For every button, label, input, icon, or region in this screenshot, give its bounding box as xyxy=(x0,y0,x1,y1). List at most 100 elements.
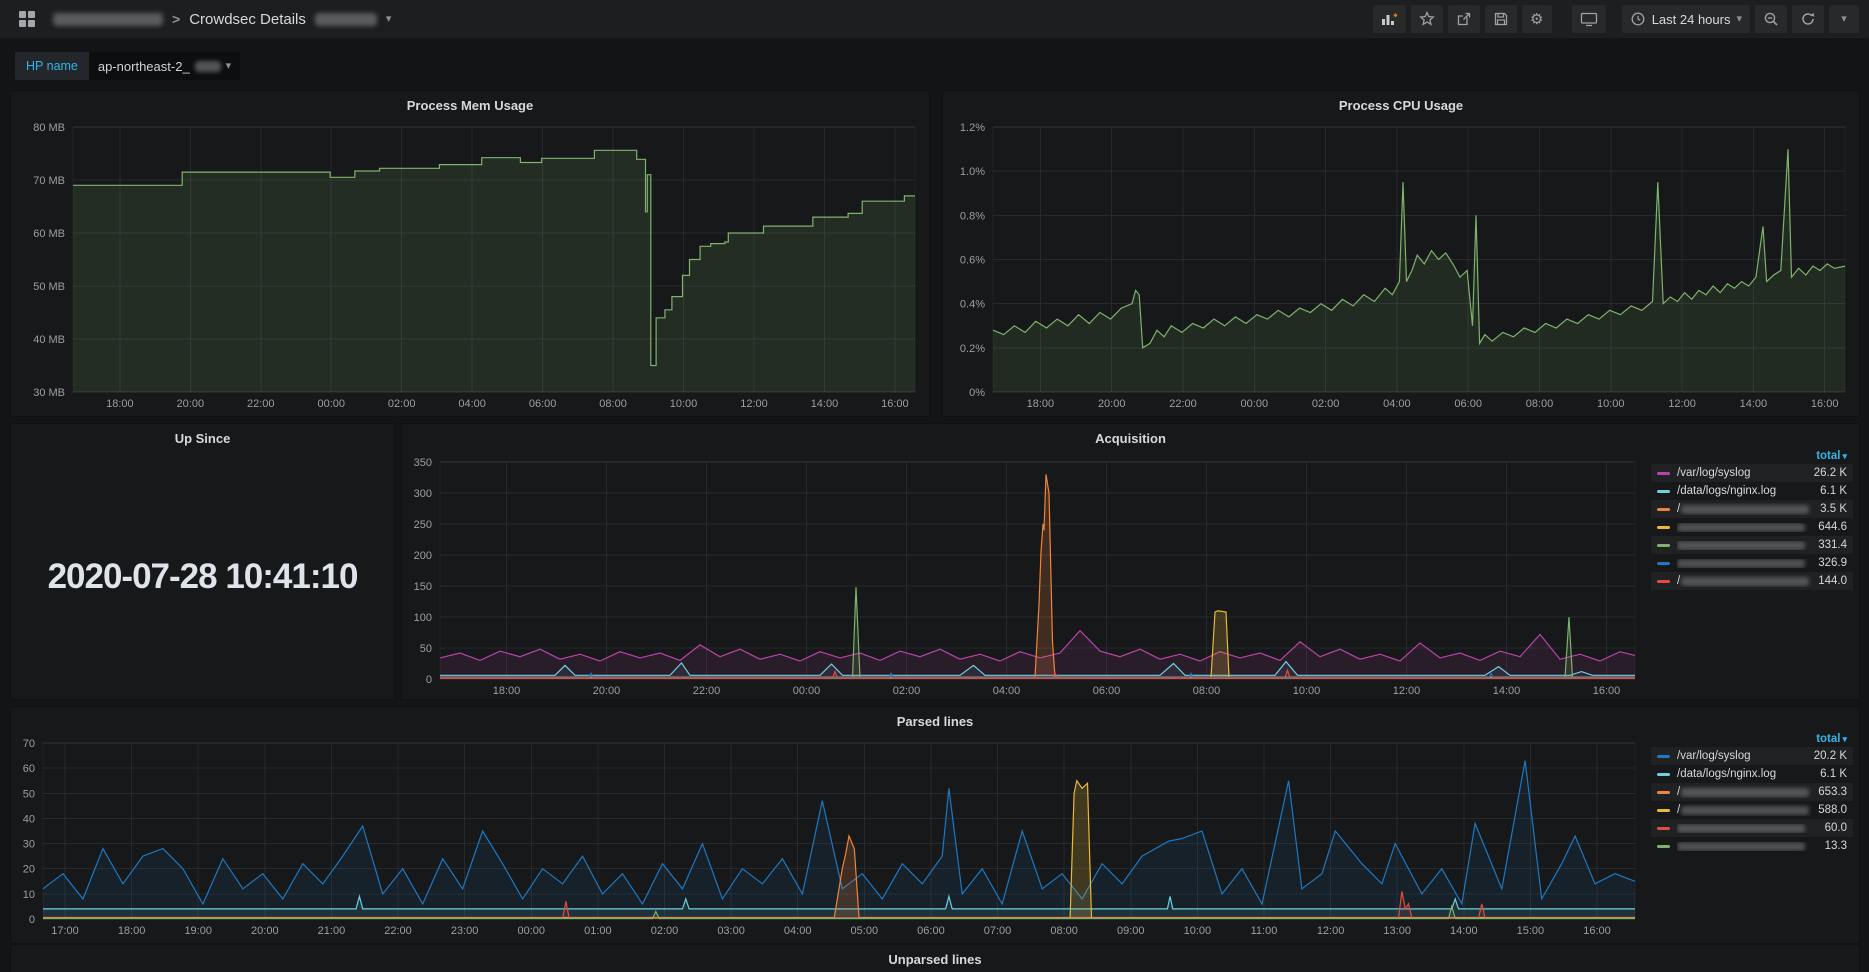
legend-row[interactable]: /var/log/syslog26.2 K xyxy=(1651,464,1853,482)
redacted-series-label xyxy=(1681,788,1809,797)
panel-title[interactable]: Unparsed lines xyxy=(11,945,1859,971)
cycle-view-mode-button[interactable] xyxy=(1572,5,1606,33)
svg-text:00:00: 00:00 xyxy=(517,925,545,937)
acquisition-graph[interactable]: 05010015020025030035018:0020:0022:0000:0… xyxy=(404,452,1643,699)
series-label[interactable] xyxy=(1677,559,1818,568)
legend-row[interactable]: 331.4 xyxy=(1651,536,1853,554)
legend-row[interactable]: /data/logs/nginx.log6.1 K xyxy=(1651,765,1853,783)
legend-row[interactable]: 13.3 xyxy=(1651,837,1853,855)
svg-text:40: 40 xyxy=(23,813,35,825)
legend-row[interactable]: /var/log/syslog20.2 K xyxy=(1651,747,1853,765)
legend-row[interactable]: /data/logs/nginx.log6.1 K xyxy=(1651,482,1853,500)
svg-text:0.2%: 0.2% xyxy=(960,343,985,355)
series-color-dash-icon xyxy=(1657,580,1670,583)
series-label[interactable]: / xyxy=(1677,786,1818,798)
legend-sort-total[interactable]: total▾ xyxy=(1651,448,1853,464)
legend-row[interactable]: 326.9 xyxy=(1651,554,1853,572)
breadcrumb-folder-redacted[interactable] xyxy=(53,13,163,26)
series-label[interactable] xyxy=(1677,842,1825,851)
series-color-dash-icon xyxy=(1657,791,1670,794)
series-label[interactable]: / xyxy=(1677,503,1820,515)
svg-text:15:00: 15:00 xyxy=(1517,925,1545,937)
series-total-value: 26.2 K xyxy=(1814,467,1847,479)
series-color-dash-icon xyxy=(1657,508,1670,511)
refresh-icon xyxy=(1800,11,1816,27)
variable-value-dropdown[interactable]: ap-northeast-2_ ▾ xyxy=(89,52,240,80)
svg-text:20:00: 20:00 xyxy=(593,685,621,697)
cpu-usage-graph[interactable]: 0%0.2%0.4%0.6%0.8%1.0%1.2%18:0020:0022:0… xyxy=(947,117,1853,412)
svg-text:200: 200 xyxy=(414,550,432,562)
panel-title[interactable]: Process Mem Usage xyxy=(11,91,929,117)
panel-title[interactable]: Acquisition xyxy=(402,424,1859,450)
svg-text:12:00: 12:00 xyxy=(740,398,768,410)
apps-grid-icon xyxy=(18,10,36,28)
svg-text:0.4%: 0.4% xyxy=(960,299,985,311)
series-label[interactable]: /data/logs/nginx.log xyxy=(1677,768,1820,780)
dashboard-caret-down-icon[interactable]: ▾ xyxy=(386,14,392,25)
svg-text:08:00: 08:00 xyxy=(1193,685,1221,697)
acquisition-legend: total▾/var/log/syslog26.2 K/data/logs/ng… xyxy=(1651,448,1853,590)
svg-text:02:00: 02:00 xyxy=(893,685,921,697)
dashboard-settings-button[interactable]: ⚙ xyxy=(1522,5,1552,33)
parsed-lines-graph[interactable]: 01020304050607017:0018:0019:0020:0021:00… xyxy=(13,733,1643,939)
legend-row[interactable]: /653.3 xyxy=(1651,783,1853,801)
panel-title[interactable]: Process CPU Usage xyxy=(943,91,1859,117)
svg-text:60 MB: 60 MB xyxy=(33,228,65,240)
legend-row[interactable]: 644.6 xyxy=(1651,518,1853,536)
svg-text:04:00: 04:00 xyxy=(1383,398,1411,410)
panel-parsed-lines: Parsed lines 01020304050607017:0018:0019… xyxy=(10,706,1860,944)
svg-text:70 MB: 70 MB xyxy=(33,175,65,187)
series-total-value: 331.4 xyxy=(1818,539,1847,551)
dashboard-title[interactable]: Crowdsec Details xyxy=(189,11,306,28)
refresh-interval-dropdown[interactable]: ▾ xyxy=(1829,5,1859,33)
svg-text:20:00: 20:00 xyxy=(177,398,205,410)
series-label[interactable]: /var/log/syslog xyxy=(1677,467,1814,479)
series-label[interactable] xyxy=(1677,541,1818,550)
svg-text:1.2%: 1.2% xyxy=(960,122,985,134)
legend-row[interactable]: /3.5 K xyxy=(1651,500,1853,518)
legend-row[interactable]: 60.0 xyxy=(1651,819,1853,837)
svg-text:18:00: 18:00 xyxy=(493,685,521,697)
star-dashboard-button[interactable] xyxy=(1411,5,1443,33)
svg-text:02:00: 02:00 xyxy=(651,925,679,937)
panel-add-icon xyxy=(1381,11,1398,27)
legend-sort-total[interactable]: total▾ xyxy=(1651,731,1853,747)
series-label[interactable]: /var/log/syslog xyxy=(1677,750,1814,762)
series-color-dash-icon xyxy=(1657,827,1670,830)
variable-value-redacted xyxy=(195,61,221,72)
up-since-value: 2020-07-28 10:41:10 xyxy=(48,557,358,597)
svg-text:0: 0 xyxy=(29,914,35,926)
legend-row[interactable]: /588.0 xyxy=(1651,801,1853,819)
series-label[interactable] xyxy=(1677,824,1825,833)
panel-title[interactable]: Up Since xyxy=(11,424,394,450)
refresh-dashboard-button[interactable] xyxy=(1792,5,1824,33)
svg-text:70: 70 xyxy=(23,738,35,750)
series-total-value: 588.0 xyxy=(1818,804,1847,816)
series-label[interactable]: / xyxy=(1677,804,1818,816)
add-panel-button[interactable] xyxy=(1373,5,1406,33)
mem-usage-graph[interactable]: 30 MB40 MB50 MB60 MB70 MB80 MB18:0020:00… xyxy=(15,117,923,412)
svg-text:12:00: 12:00 xyxy=(1393,685,1421,697)
legend-row[interactable]: /144.0 xyxy=(1651,572,1853,590)
svg-text:02:00: 02:00 xyxy=(1312,398,1340,410)
series-label[interactable]: /data/logs/nginx.log xyxy=(1677,485,1820,497)
time-range-picker[interactable]: Last 24 hours ▾ xyxy=(1622,5,1750,33)
zoom-out-time-button[interactable] xyxy=(1755,5,1787,33)
series-label[interactable]: / xyxy=(1677,575,1818,587)
svg-text:50: 50 xyxy=(23,788,35,800)
series-color-dash-icon xyxy=(1657,526,1670,529)
svg-text:00:00: 00:00 xyxy=(1241,398,1269,410)
svg-text:08:00: 08:00 xyxy=(1050,925,1078,937)
share-icon xyxy=(1456,11,1472,27)
save-dashboard-button[interactable] xyxy=(1485,5,1517,33)
apps-grid-button[interactable] xyxy=(10,5,44,33)
svg-text:350: 350 xyxy=(414,457,432,469)
svg-text:09:00: 09:00 xyxy=(1117,925,1145,937)
share-dashboard-button[interactable] xyxy=(1448,5,1480,33)
svg-text:18:00: 18:00 xyxy=(1027,398,1055,410)
panel-title[interactable]: Parsed lines xyxy=(11,707,1859,733)
svg-text:14:00: 14:00 xyxy=(1740,398,1768,410)
series-total-value: 653.3 xyxy=(1818,786,1847,798)
series-label[interactable] xyxy=(1677,523,1818,532)
series-total-value: 13.3 xyxy=(1825,840,1847,852)
